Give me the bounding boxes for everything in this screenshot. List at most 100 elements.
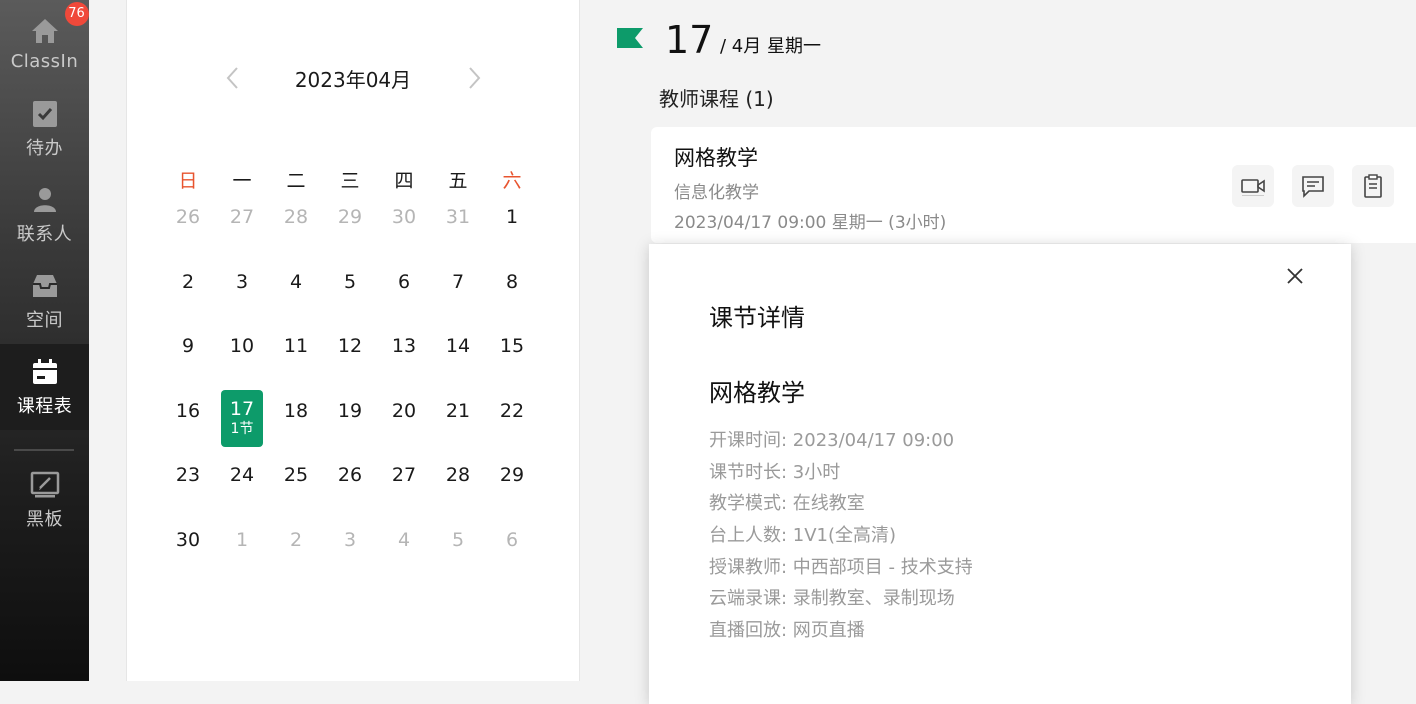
selected-day-box: 17 1节 (221, 389, 263, 447)
course-time: 2023/04/17 09:00 星期一 (3小时) (674, 213, 947, 233)
popup-title: 课节详情 (709, 304, 805, 332)
calendar-day[interactable]: 26 (161, 198, 215, 263)
sidebar-item-label: 课程表 (16, 396, 73, 417)
sidebar-divider (14, 449, 74, 451)
calendar-day[interactable]: 13 (377, 327, 431, 392)
calendar-day[interactable]: 28 (269, 198, 323, 263)
calendar-day[interactable]: 18 (269, 392, 323, 457)
calendar-day[interactable]: 4 (269, 263, 323, 328)
enter-classroom-button[interactable] (1232, 165, 1274, 207)
calendar-day[interactable]: 3 (215, 263, 269, 328)
calendar-day[interactable]: 24 (215, 456, 269, 521)
calendar-day[interactable]: 25 (269, 456, 323, 521)
weekday-label: 二 (286, 170, 306, 192)
calendar-day[interactable]: 28 (431, 456, 485, 521)
calendar-day[interactable]: 1 (485, 198, 539, 263)
sidebar-item-blackboard[interactable]: 黑板 (0, 457, 89, 543)
calendar-day[interactable]: 29 (485, 456, 539, 521)
sidebar-item-schedule[interactable]: 课程表 (0, 344, 89, 430)
calendar-day[interactable]: 27 (215, 198, 269, 263)
calendar-week-row: 2345678 (161, 263, 539, 328)
flag-icon (617, 28, 643, 48)
calendar-day[interactable]: 30 (377, 198, 431, 263)
calendar-day[interactable]: 12 (323, 327, 377, 392)
calendar-day[interactable]: 4 (377, 521, 431, 586)
calendar-day-selected[interactable]: 17 1节 (215, 389, 269, 457)
chat-icon (1302, 176, 1324, 198)
sidebar-item-todo[interactable]: 待办 (0, 86, 89, 172)
calendar-day[interactable]: 9 (161, 327, 215, 392)
detail-teacher: 授课教师: 中西部项目 - 技术支持 (709, 556, 973, 578)
calendar-day[interactable]: 26 (323, 456, 377, 521)
calendar-day[interactable]: 14 (431, 327, 485, 392)
unread-badge: 76 (64, 1, 89, 26)
calendar-day[interactable]: 5 (323, 263, 377, 328)
calendar-header: 2023年04月 (127, 58, 579, 98)
sidebar-item-label: ClassIn (10, 50, 79, 72)
course-name: 网格教学 (674, 146, 758, 170)
calendar-day[interactable]: 8 (485, 263, 539, 328)
home-icon: 76 (29, 1, 89, 47)
calendar-week-row: 16 17 1节 18 19 20 21 22 (161, 389, 539, 457)
course-card[interactable]: 网格教学 信息化教学 2023/04/17 09:00 星期一 (3小时) (651, 127, 1416, 243)
calendar-day[interactable]: 3 (323, 521, 377, 586)
calendar-week-row: 9 10 11 12 13 14 15 (161, 327, 539, 392)
calendar-day[interactable]: 19 (323, 392, 377, 457)
weekday-label: 五 (448, 170, 468, 192)
clipboard-icon (1364, 174, 1382, 198)
calendar-day[interactable]: 23 (161, 456, 215, 521)
calendar-week-row: 23 24 25 26 27 28 29 (161, 456, 539, 521)
popup-course-name: 网格教学 (709, 379, 805, 407)
weekday-row: 日 一 二 三 四 五 六 (161, 158, 539, 198)
contacts-icon (29, 184, 61, 216)
next-month-button[interactable] (459, 64, 487, 92)
course-chat-button[interactable] (1292, 165, 1334, 207)
calendar-day[interactable]: 2 (161, 263, 215, 328)
sidebar-item-contacts[interactable]: 联系人 (0, 172, 89, 258)
calendar-week-row: 30 1 2 3 4 5 6 (161, 521, 539, 586)
close-popup-button[interactable] (1283, 264, 1307, 288)
calendar-day[interactable]: 20 (377, 392, 431, 457)
chevron-right-icon (469, 67, 481, 89)
sidebar-item-label: 联系人 (16, 224, 73, 245)
detail-stage-count: 台上人数: 1V1(全高清) (709, 525, 897, 547)
calendar-day[interactable]: 22 (485, 392, 539, 457)
calendar-day[interactable]: 31 (431, 198, 485, 263)
day-number: 17 (665, 18, 714, 62)
calendar-day[interactable]: 15 (485, 327, 539, 392)
calendar-day[interactable]: 6 (485, 521, 539, 586)
section-title: 教师课程 (1) (659, 87, 774, 111)
sidebar: 76 ClassIn 待办 联系人 空间 课程表 黑板 (0, 0, 89, 681)
calendar-day[interactable]: 2 (269, 521, 323, 586)
calendar-day[interactable]: 30 (161, 521, 215, 586)
calendar-icon (29, 356, 61, 388)
calendar-day[interactable]: 10 (215, 327, 269, 392)
blackboard-icon (29, 469, 61, 501)
lesson-detail-list: 开课时间: 2023/04/17 09:00 课节时长: 3小时 教学模式: 在… (709, 429, 973, 651)
calendar-panel: 2023年04月 日 一 二 三 四 五 六 26 27 28 29 30 31 1 2 3 4 5… (126, 0, 580, 681)
calendar-week-row: 26 27 28 29 30 31 1 (161, 198, 539, 263)
calendar-day[interactable]: 29 (323, 198, 377, 263)
day-subtitle: / 4月 星期一 (720, 36, 821, 57)
calendar-month-title: 2023年04月 (294, 68, 412, 92)
todo-icon (29, 98, 61, 130)
calendar-day[interactable]: 1 (215, 521, 269, 586)
course-details-button[interactable] (1352, 165, 1394, 207)
calendar-day[interactable]: 5 (431, 521, 485, 586)
course-subtitle: 信息化教学 (674, 183, 759, 203)
calendar-day[interactable]: 16 (161, 392, 215, 457)
weekday-label: 日 (178, 170, 198, 192)
video-camera-icon (1241, 179, 1265, 196)
detail-duration: 课节时长: 3小时 (709, 461, 841, 483)
weekday-label: 三 (340, 170, 360, 192)
calendar-day[interactable]: 11 (269, 327, 323, 392)
calendar-day[interactable]: 27 (377, 456, 431, 521)
calendar-day[interactable]: 7 (431, 263, 485, 328)
calendar-day[interactable]: 6 (377, 263, 431, 328)
calendar-day[interactable]: 21 (431, 392, 485, 457)
lesson-count: 1节 (230, 421, 254, 437)
detail-start-time: 开课时间: 2023/04/17 09:00 (709, 430, 955, 451)
sidebar-item-classin[interactable]: 76 ClassIn (0, 0, 89, 86)
sidebar-item-space[interactable]: 空间 (0, 258, 89, 344)
weekday-label: 一 (232, 170, 252, 192)
